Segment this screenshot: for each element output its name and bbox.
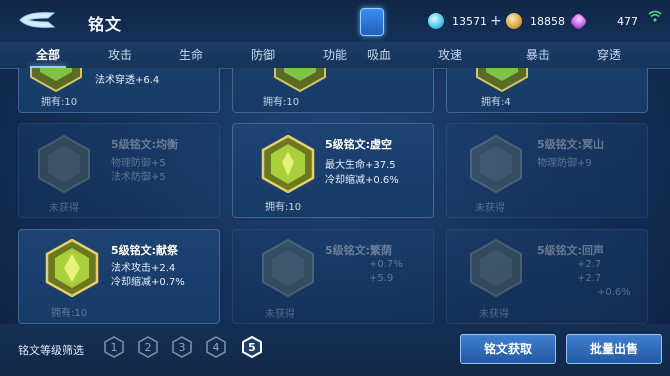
- top-bar: 铭文 13571 + 18858 477: [0, 0, 670, 42]
- inscription-name: 5级铭文:均衡: [111, 138, 179, 151]
- inscription-emblem-icon: [476, 68, 528, 93]
- wifi-icon: [648, 10, 662, 22]
- level-filter-label: 铭文等级筛选: [18, 344, 84, 357]
- shop-icon[interactable]: [360, 8, 384, 36]
- inscription-card[interactable]: 5级铭文:冥山 物理防御+9 未获得: [446, 123, 648, 218]
- tab-defense[interactable]: 防御: [237, 42, 289, 68]
- not-owned-label: 未获得: [265, 309, 295, 320]
- inscription-emblem-icon: [274, 68, 326, 93]
- inscription-card[interactable]: 拥有:10: [232, 68, 434, 113]
- inscription-name: 5级铭文:繁荫: [325, 244, 393, 257]
- inscription-card[interactable]: 法术穿透+6.4 拥有:10: [18, 68, 220, 113]
- level-filter-1[interactable]: 1: [104, 336, 124, 358]
- coin-counter: 18858: [506, 11, 565, 31]
- inscription-emblem-icon: [470, 134, 522, 194]
- owned-count: 拥有:10: [263, 97, 300, 108]
- tab-lifesteal[interactable]: 吸血: [353, 42, 405, 68]
- add-gem-icon[interactable]: +: [490, 13, 502, 29]
- not-owned-label: 未获得: [49, 203, 79, 214]
- coin-icon: [506, 13, 522, 29]
- inscription-stat: 物理防御+9: [537, 158, 592, 169]
- inscription-stat: 冷却缩减+0.7%: [111, 277, 185, 288]
- inscription-card[interactable]: 5级铭文:回声 +2.7 +2.7 +0.6% 未获得: [446, 229, 648, 324]
- inscription-card[interactable]: 拥有:4: [446, 68, 648, 113]
- level-filter-2[interactable]: 2: [138, 336, 158, 358]
- coin-value: 18858: [530, 14, 565, 28]
- inscription-card[interactable]: 5级铭文:繁荫 +0.7% +5.9 未获得: [232, 229, 434, 324]
- inscription-grid: 法术穿透+6.4 拥有:10 拥有:10 拥有:4 5级铭文:均衡 物理防御+5…: [18, 68, 664, 324]
- diamond-counter: 477: [569, 11, 638, 31]
- owned-count: 拥有:10: [41, 97, 78, 108]
- batch-sell-button[interactable]: 批量出售: [566, 334, 662, 364]
- inscription-name: 5级铭文:虚空: [325, 138, 393, 151]
- inscription-emblem-icon: [45, 238, 99, 298]
- svg-text:4: 4: [213, 341, 220, 354]
- inscription-stat: 法术防御+5: [111, 172, 166, 183]
- inscription-stat: +0.6%: [597, 287, 631, 298]
- owned-count: 拥有:4: [481, 97, 511, 108]
- diamond-icon: [569, 11, 588, 31]
- level-filter-4[interactable]: 4: [206, 336, 226, 358]
- inscription-emblem-icon: [470, 238, 522, 298]
- tab-penetration[interactable]: 穿透: [583, 42, 635, 68]
- tab-health[interactable]: 生命: [165, 42, 217, 68]
- not-owned-label: 未获得: [475, 203, 505, 214]
- gem-value: 13571: [452, 14, 487, 28]
- acquire-inscription-button[interactable]: 铭文获取: [460, 334, 556, 364]
- inscription-card[interactable]: 5级铭文:献祭 法术攻击+2.4 冷却缩减+0.7% 拥有:10: [18, 229, 220, 324]
- inscription-name: 5级铭文:献祭: [111, 244, 179, 257]
- gem-icon: [428, 13, 444, 29]
- inscription-emblem-icon: [38, 134, 90, 194]
- inscription-stat: 物理防御+5: [111, 158, 166, 169]
- level-filter-3[interactable]: 3: [172, 336, 192, 358]
- category-tabs: 全部 攻击 生命 防御 功能 吸血 攻速 暴击 穿透: [0, 42, 670, 69]
- inscription-stat: 最大生命+37.5: [325, 160, 396, 171]
- owned-count: 拥有:10: [51, 308, 88, 319]
- inscription-card[interactable]: 5级铭文:均衡 物理防御+5 法术防御+5 未获得: [18, 123, 220, 218]
- tab-all[interactable]: 全部: [22, 42, 74, 68]
- svg-text:2: 2: [145, 341, 152, 354]
- inscription-stat: 冷却缩减+0.6%: [325, 175, 399, 186]
- inscription-emblem-icon: [30, 68, 82, 93]
- bottom-bar: 铭文等级筛选 1 2 3 4 5 铭文获取 批量出售: [0, 324, 670, 376]
- owned-count: 拥有:10: [265, 202, 302, 213]
- inscription-card[interactable]: 5级铭文:虚空 最大生命+37.5 冷却缩减+0.6% 拥有:10: [232, 123, 434, 218]
- back-arrow-icon[interactable]: [18, 9, 58, 31]
- inscription-emblem-icon: [262, 238, 314, 298]
- diamond-value: 477: [617, 14, 638, 28]
- inscription-emblem-icon: [261, 134, 315, 194]
- page-title: 铭文: [88, 15, 123, 34]
- tab-crit[interactable]: 暴击: [512, 42, 564, 68]
- level-filter-5[interactable]: 5: [242, 336, 262, 358]
- svg-text:5: 5: [248, 341, 256, 354]
- tab-attack-speed[interactable]: 攻速: [424, 42, 476, 68]
- inscription-name: 5级铭文:回声: [537, 244, 605, 257]
- inscription-stat: +5.9: [369, 273, 394, 284]
- inscription-stat: +2.7: [577, 273, 602, 284]
- svg-text:3: 3: [179, 341, 186, 354]
- svg-text:1: 1: [111, 341, 118, 354]
- inscription-stat: 法术攻击+2.4: [111, 263, 176, 274]
- inscription-stat: +0.7%: [369, 259, 403, 270]
- inscription-stat: 法术穿透+6.4: [95, 75, 160, 86]
- tab-attack[interactable]: 攻击: [94, 42, 146, 68]
- inscription-stat: +2.7: [577, 259, 602, 270]
- inscription-name: 5级铭文:冥山: [537, 138, 605, 151]
- not-owned-label: 未获得: [479, 309, 509, 320]
- gem-counter: 13571 +: [428, 11, 502, 31]
